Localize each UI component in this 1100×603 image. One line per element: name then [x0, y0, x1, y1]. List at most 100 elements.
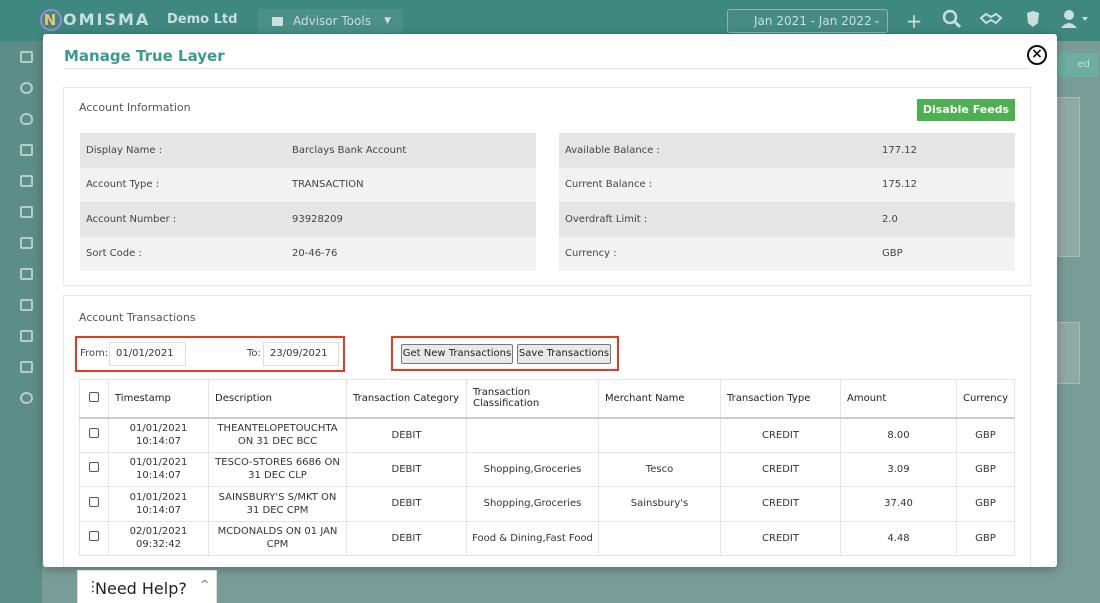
from-date-input[interactable]: 01/01/2021	[109, 342, 186, 366]
advisor-tools-label: Advisor Tools	[293, 14, 371, 28]
grid-icon[interactable]	[20, 175, 33, 187]
column-header: Transaction Type	[720, 379, 841, 419]
merchant-cell	[598, 520, 721, 556]
timestamp-cell: 01/01/2021 10:14:07	[108, 486, 209, 522]
classification-cell: Shopping,Groceries	[466, 486, 599, 522]
table-row: 01/01/2021 10:14:07 THEANTELOPETOUCHTA ON …	[79, 417, 1015, 453]
get-new-transactions-button[interactable]: Get New Transactions	[401, 344, 513, 364]
checkbox-icon	[89, 531, 99, 542]
disable-feeds-button[interactable]: Disable Feeds	[917, 99, 1015, 121]
account-information-title: Account Information	[79, 101, 191, 114]
row-checkbox[interactable]	[79, 520, 109, 556]
gear-icon[interactable]	[20, 392, 33, 404]
column-header: Currency	[956, 379, 1015, 419]
background-panel	[1057, 322, 1080, 384]
advisor-tools-dropdown[interactable]: Advisor Tools ▼	[258, 9, 403, 33]
background-panel	[1057, 97, 1080, 257]
plus-icon[interactable]: +	[902, 9, 926, 33]
modal-title: Manage True Layer	[64, 47, 225, 65]
logo-mark-icon: N	[40, 9, 62, 31]
column-header: Merchant Name	[598, 379, 721, 419]
chevron-up-icon[interactable]: ^	[200, 578, 209, 591]
crest-icon[interactable]	[1021, 9, 1045, 33]
amount-cell: 8.00	[840, 417, 957, 453]
dashboard-icon[interactable]	[20, 51, 33, 63]
category-cell: DEBIT	[346, 417, 467, 453]
merchant-cell: Sainsbury's	[598, 486, 721, 522]
manage-true-layer-modal: Manage True Layer × Account Information …	[43, 34, 1057, 567]
select-all-checkbox[interactable]	[79, 379, 109, 419]
coin-icon[interactable]	[20, 82, 33, 94]
info-value: TRANSACTION	[292, 179, 364, 191]
currency-cell: GBP	[956, 486, 1015, 522]
report-icon[interactable]	[20, 361, 33, 373]
info-row: Account Number : 93928209	[80, 202, 536, 237]
category-cell: DEBIT	[346, 486, 467, 522]
amount-cell: 3.09	[840, 451, 957, 487]
row-checkbox[interactable]	[79, 451, 109, 487]
handshake-icon[interactable]	[979, 9, 1003, 33]
merchant-cell	[598, 417, 721, 453]
date-range-select[interactable]: Jan 2021 - Jan 2022 ⌄	[727, 9, 888, 33]
classification-cell: Shopping,Groceries	[466, 451, 599, 487]
search-icon[interactable]	[940, 9, 964, 33]
calculator-icon[interactable]	[20, 330, 33, 342]
time-text: 09:32:42	[136, 539, 181, 551]
from-label: From:	[80, 348, 109, 359]
description-cell: SAINSBURY'S S/MKT ON 31 DEC CPM	[208, 486, 347, 522]
description-line: SAINSBURY'S S/MKT ON	[218, 491, 337, 503]
user-icon[interactable]	[1058, 9, 1092, 33]
checkbox-icon	[89, 462, 99, 473]
row-checkbox[interactable]	[79, 486, 109, 522]
money-bag-icon[interactable]	[20, 113, 33, 125]
table-header-row: Timestamp Description Transaction Catego…	[79, 379, 1015, 419]
column-header: Transaction Classification	[466, 379, 599, 419]
type-cell: CREDIT	[720, 417, 841, 453]
info-value: 20-46-76	[292, 248, 338, 260]
description-cell: MCDONALDS ON 01 JAN CPM	[208, 520, 347, 556]
date-range-label: Jan 2021 - Jan 2022	[754, 14, 872, 28]
save-transactions-button[interactable]: Save Transactions	[517, 344, 611, 364]
category-cell: DEBIT	[346, 451, 467, 487]
briefcase-icon[interactable]	[20, 237, 33, 249]
column-header: Amount	[840, 379, 957, 419]
account-information-panel: Account Information Disable Feeds Displa…	[63, 87, 1031, 286]
transaction-actions: Get New Transactions Save Transactions	[391, 336, 619, 371]
time-text: 10:14:07	[136, 504, 181, 516]
briefcase-icon	[272, 17, 283, 26]
clipboard-icon[interactable]	[20, 268, 33, 280]
column-header: Transaction Category	[346, 379, 467, 419]
app-logo[interactable]: N OMISMA	[40, 9, 150, 31]
info-label: Display Name :	[86, 144, 163, 156]
bank-icon[interactable]	[20, 144, 33, 156]
divider	[64, 68, 1030, 69]
info-row: Currency : GBP	[559, 236, 1015, 271]
info-row: Available Balance : 177.12	[559, 133, 1015, 168]
close-icon[interactable]: ×	[1027, 45, 1047, 65]
checkbox-icon	[89, 391, 99, 402]
info-label: Currency :	[565, 248, 617, 260]
classification-cell	[466, 417, 599, 453]
document-icon[interactable]	[20, 299, 33, 311]
currency-cell: GBP	[956, 417, 1015, 453]
need-help-label: Need Help?	[95, 579, 187, 598]
to-date-input[interactable]: 23/09/2021	[263, 342, 339, 366]
row-checkbox[interactable]	[79, 417, 109, 453]
amount-cell: 4.48	[840, 520, 957, 556]
date-text: 01/01/2021	[129, 457, 188, 469]
table-row: 01/01/2021 10:14:07 SAINSBURY'S S/MKT ON 3…	[79, 486, 1015, 522]
tag-icon[interactable]	[20, 206, 33, 218]
date-text: 01/01/2021	[129, 423, 188, 434]
account-transactions-panel: Account Transactions From: 01/01/2021 To…	[63, 295, 1031, 567]
info-row: Sort Code : 20-46-76	[80, 236, 536, 271]
currency-cell: GBP	[956, 451, 1015, 487]
need-help-widget[interactable]: ⋮ Need Help? ^	[77, 570, 217, 603]
column-header: Timestamp	[108, 379, 209, 419]
time-text: 10:14:07	[136, 470, 181, 482]
info-row: Display Name : Barclays Bank Account	[80, 133, 536, 168]
type-cell: CREDIT	[720, 520, 841, 556]
logo-text: OMISMA	[63, 10, 151, 29]
info-label: Current Balance :	[565, 179, 653, 191]
caret-down-icon: ▼	[384, 16, 391, 26]
info-label: Overdraft Limit :	[565, 213, 648, 225]
